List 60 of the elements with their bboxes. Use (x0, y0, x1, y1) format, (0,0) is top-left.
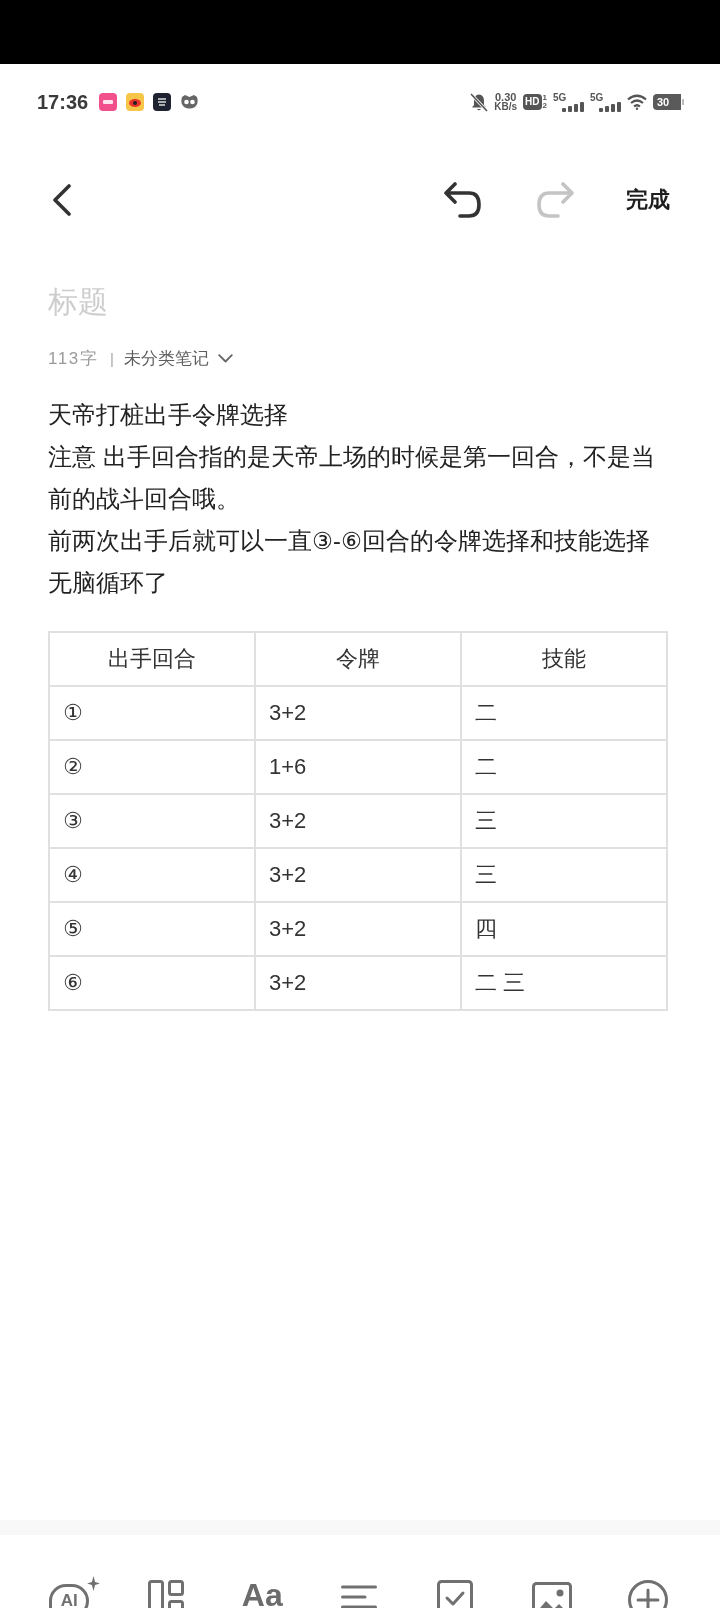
notification-app-icon (99, 93, 118, 111)
word-count: 113字 (48, 347, 99, 370)
chevron-left-icon (52, 184, 72, 216)
table-cell: ② (49, 740, 255, 794)
cat-face-icon (180, 94, 200, 110)
table-cell: 1+6 (255, 740, 461, 794)
table-cell: 3+2 (255, 902, 461, 956)
sim-number: 2 (542, 102, 547, 110)
table-cell: 3+2 (255, 794, 461, 848)
signal-bars-icon (599, 101, 621, 112)
status-time: 17:36 (37, 90, 89, 114)
meta-separator: | (110, 349, 114, 367)
table-header-cell: 令牌 (255, 632, 461, 686)
mute-bell-icon (470, 92, 489, 112)
table-cell: 3+2 (255, 686, 461, 740)
back-button[interactable] (52, 184, 72, 216)
signal-bars-icon (562, 101, 584, 112)
folder-button[interactable]: 未分类笔记 (124, 346, 233, 370)
undo-button[interactable] (443, 181, 482, 219)
table-cell: ④ (49, 848, 255, 902)
table-cell: 二 三 (461, 956, 667, 1010)
battery-indicator: 30 (653, 94, 684, 110)
done-button[interactable]: 完成 (626, 186, 670, 214)
text-format-button[interactable]: Aa (241, 1583, 283, 1607)
image-button[interactable] (531, 1580, 572, 1608)
table-header-cell: 技能 (461, 632, 667, 686)
note-paragraph: 天帝打桩出手令牌选择 (48, 401, 289, 430)
eye-logo-icon (126, 93, 145, 111)
ai-button[interactable]: AI (49, 1584, 90, 1608)
add-button[interactable] (628, 1580, 669, 1608)
table-cell: 二 (461, 740, 667, 794)
chat-app-icon (153, 93, 172, 111)
checkbox-icon (437, 1580, 474, 1608)
table-cell: ⑥ (49, 956, 255, 1010)
network-speed-unit: KB/s (494, 102, 518, 112)
table-cell: 3+2 (255, 848, 461, 902)
network-type-label: 5G (553, 92, 567, 103)
table-cell: 3+2 (255, 956, 461, 1010)
table-cell: ⑤ (49, 902, 255, 956)
table-cell: 二 (461, 686, 667, 740)
network-type-label: 5G (590, 92, 604, 103)
network-speed-value: 0.30 (495, 92, 517, 102)
image-icon (531, 1582, 572, 1608)
table-cell: 三 (461, 794, 667, 848)
add-icon (628, 1580, 669, 1608)
hd-badge: HD (523, 94, 542, 110)
sim-number: 1 (542, 94, 547, 102)
note-paragraph: 前两次出手后就可以一直③-⑥回合的令牌选择和技能选择无脑循环了 (48, 527, 651, 598)
checklist-button[interactable] (437, 1580, 474, 1608)
note-paragraph: 注意 出手回合指的是天帝上场的时候是第一回合，不是当前的战斗回合哦。 (48, 443, 656, 514)
sparkle-icon (87, 1576, 101, 1591)
table-cell: 四 (461, 902, 667, 956)
wifi-icon (627, 94, 647, 110)
table-cell: ③ (49, 794, 255, 848)
table-cell: ① (49, 686, 255, 740)
layout-icon (147, 1580, 184, 1608)
chevron-down-icon (218, 353, 233, 363)
layout-button[interactable] (147, 1580, 184, 1608)
table-header-cell: 出手回合 (49, 632, 255, 686)
table-cell: 三 (461, 848, 667, 902)
